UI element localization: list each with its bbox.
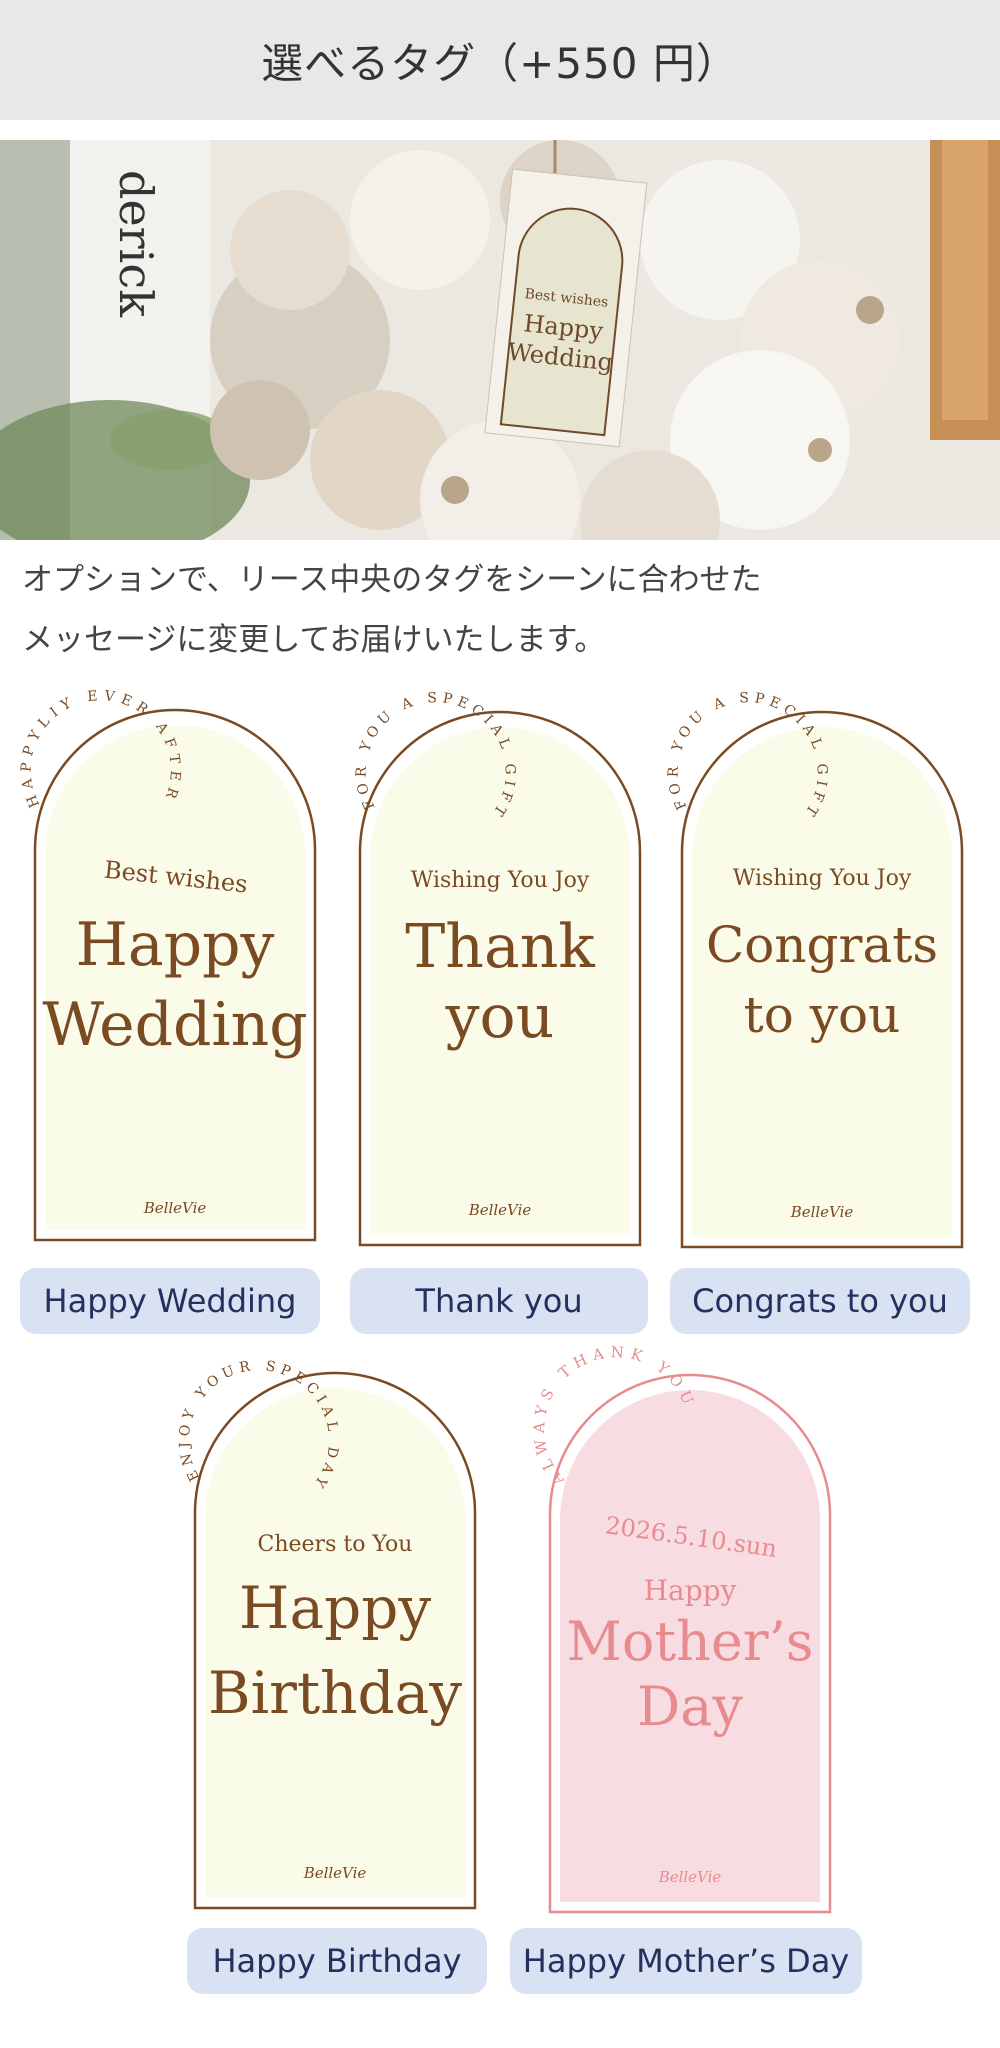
tag-birthday-sub: Cheers to You <box>258 1532 413 1557</box>
tag-card-congrats: FOR YOU A SPECIAL GIFT Wishing You Joy C… <box>666 690 967 1251</box>
description-line-1: オプションで、リース中央のタグをシーンに合わせた <box>22 562 762 598</box>
description: オプションで、リース中央のタグをシーンに合わせた メッセージに変更してお届けいた… <box>22 550 982 670</box>
wreath-photo: derick Best wishes Happy Wedding <box>0 140 1000 540</box>
option-happy-wedding[interactable]: Happy Wedding <box>20 1268 320 1334</box>
tag-card-wedding: HAPPYLIY EVER AFTER Best wishes Happy We… <box>18 688 320 1249</box>
tag-congrats-brand: BelleVie <box>790 1203 854 1221</box>
tag-wedding-main1: Happy <box>76 910 275 980</box>
tag-congrats-main1: Congrats <box>706 916 938 974</box>
book-spine-text: derick <box>109 170 163 318</box>
tag-mothersday-graphic: ALWAYS THANK YOU 2026.5.10.sun Happy Mot… <box>530 1343 832 1914</box>
option-happy-mothers-day[interactable]: Happy Mother’s Day <box>510 1928 862 1994</box>
tag-congrats-sub: Wishing You Joy <box>733 866 912 891</box>
option-congrats-to-you[interactable]: Congrats to you <box>670 1268 970 1334</box>
tag-wedding-graphic: HAPPYLIY EVER AFTER Best wishes Happy We… <box>18 688 317 1242</box>
tag-congrats-graphic: FOR YOU A SPECIAL GIFT Wishing You Joy C… <box>666 690 964 1249</box>
tag-congrats-main2: to you <box>744 986 901 1044</box>
option-thank-you[interactable]: Thank you <box>350 1268 648 1334</box>
tag-thankyou-main2: you <box>445 982 555 1052</box>
tag-wedding-main2: Wedding <box>42 990 307 1060</box>
tag-wedding-brand: BelleVie <box>143 1199 207 1217</box>
tag-birthday-main1: Happy <box>239 1574 431 1642</box>
tag-card-thank-you: FOR YOU A SPECIAL GIFT Wishing You Joy T… <box>345 690 645 1251</box>
tag-thankyou-main1: Thank <box>405 912 595 982</box>
tag-mothersday-sub: Happy <box>644 1574 737 1607</box>
description-line-2: メッセージに変更してお届けいたします。 <box>22 622 606 658</box>
tag-card-birthday: ENJOY YOUR SPECIAL DAY Cheers to You Hap… <box>177 1358 480 1917</box>
tag-birthday-brand: BelleVie <box>303 1864 367 1882</box>
tag-mothersday-main2: Day <box>637 1675 743 1738</box>
tag-thankyou-brand: BelleVie <box>468 1201 532 1219</box>
tag-mothersday-main1: Mother’s <box>567 1610 814 1673</box>
tag-mothersday-brand: BelleVie <box>658 1868 722 1886</box>
tag-birthday-main2: Birthday <box>208 1659 462 1727</box>
option-happy-birthday[interactable]: Happy Birthday <box>187 1928 487 1994</box>
tag-thankyou-sub: Wishing You Joy <box>411 868 590 893</box>
hero-image: derick Best wishes Happy Wedding <box>0 140 1000 540</box>
header-bar: 選べるタグ（+550 円） <box>0 0 1000 120</box>
tag-birthday-graphic: ENJOY YOUR SPECIAL DAY Cheers to You Hap… <box>177 1358 477 1910</box>
tag-card-mothers-day: ALWAYS THANK YOU 2026.5.10.sun Happy Mot… <box>530 1343 835 1919</box>
tag-thankyou-graphic: FOR YOU A SPECIAL GIFT Wishing You Joy T… <box>354 690 642 1247</box>
page-title: 選べるタグ（+550 円） <box>261 38 739 88</box>
